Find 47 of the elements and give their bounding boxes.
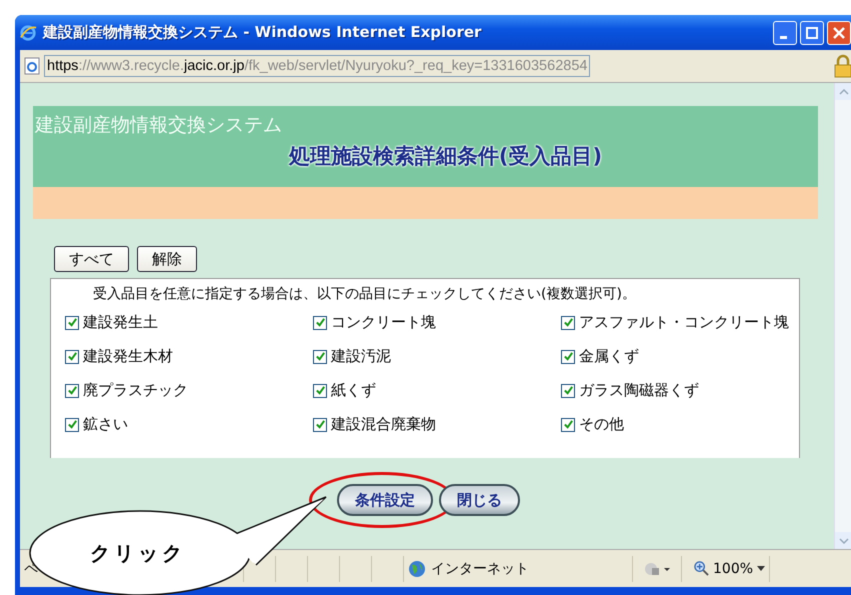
close-button[interactable]: [827, 20, 851, 44]
zoom-icon[interactable]: [694, 561, 709, 576]
checkbox[interactable]: [313, 384, 327, 398]
checkbox[interactable]: [313, 350, 327, 364]
item-label: 鉱さい: [83, 415, 128, 434]
item-label: 建設発生土: [83, 313, 158, 332]
minimize-button[interactable]: [773, 20, 797, 44]
lock-icon: [833, 54, 851, 78]
checkbox[interactable]: [65, 350, 79, 364]
maximize-icon: [806, 26, 818, 38]
item-label: 建設汚泥: [331, 347, 391, 366]
globe-icon: [408, 560, 426, 578]
action-button[interactable]: 閉じる: [439, 484, 520, 516]
checkbox[interactable]: [65, 384, 79, 398]
item-label: コンクリート塊: [331, 313, 436, 332]
select-button[interactable]: 解除: [137, 246, 197, 272]
checkbox[interactable]: [313, 418, 327, 432]
window-title: 建設副産物情報交換システム - Windows Internet Explorer: [43, 23, 482, 42]
zone-text: インターネット: [431, 560, 529, 578]
item-label: 紙くず: [331, 381, 376, 400]
instruction-text: 受入品目を任意に指定する場合は、以下の品目にチェックしてください(複数選択可)。: [92, 285, 637, 303]
checkbox[interactable]: [65, 418, 79, 432]
zoom-level[interactable]: 100%: [713, 560, 754, 576]
caret-icon[interactable]: [757, 566, 766, 571]
action-button[interactable]: 条件設定: [337, 484, 433, 516]
checkbox[interactable]: [561, 316, 575, 330]
checkbox[interactable]: [313, 316, 327, 330]
item-label: 建設混合廃棄物: [331, 415, 436, 434]
item-label: アスファルト・コンクリート塊: [579, 313, 789, 332]
item-label: 廃プラスチック: [83, 381, 188, 400]
maximize-button[interactable]: [800, 20, 824, 44]
checkbox[interactable]: [561, 384, 575, 398]
system-name: 建設副産物情報交換システム: [34, 113, 283, 138]
close-icon: [833, 26, 845, 38]
checkbox[interactable]: [65, 316, 79, 330]
select-button[interactable]: すべて: [54, 246, 129, 272]
page-title: 処理施設検索詳細条件(受入品目): [288, 143, 604, 170]
minimize-icon: [780, 36, 787, 39]
checkbox[interactable]: [561, 350, 575, 364]
item-label: 建設発生木材: [83, 347, 173, 366]
page-icon: [24, 57, 40, 75]
item-label: ガラス陶磁器くず: [579, 381, 699, 400]
checkbox[interactable]: [561, 418, 575, 432]
browser-logo-icon: [19, 24, 37, 42]
item-label: 金属くず: [579, 347, 639, 366]
url-text[interactable]: https://www3.recycle.jacic.or.jp/fk_web/servlet/Nyuryoku?_req_key=1331603562854: [44, 55, 590, 77]
item-label: その他: [579, 415, 624, 434]
